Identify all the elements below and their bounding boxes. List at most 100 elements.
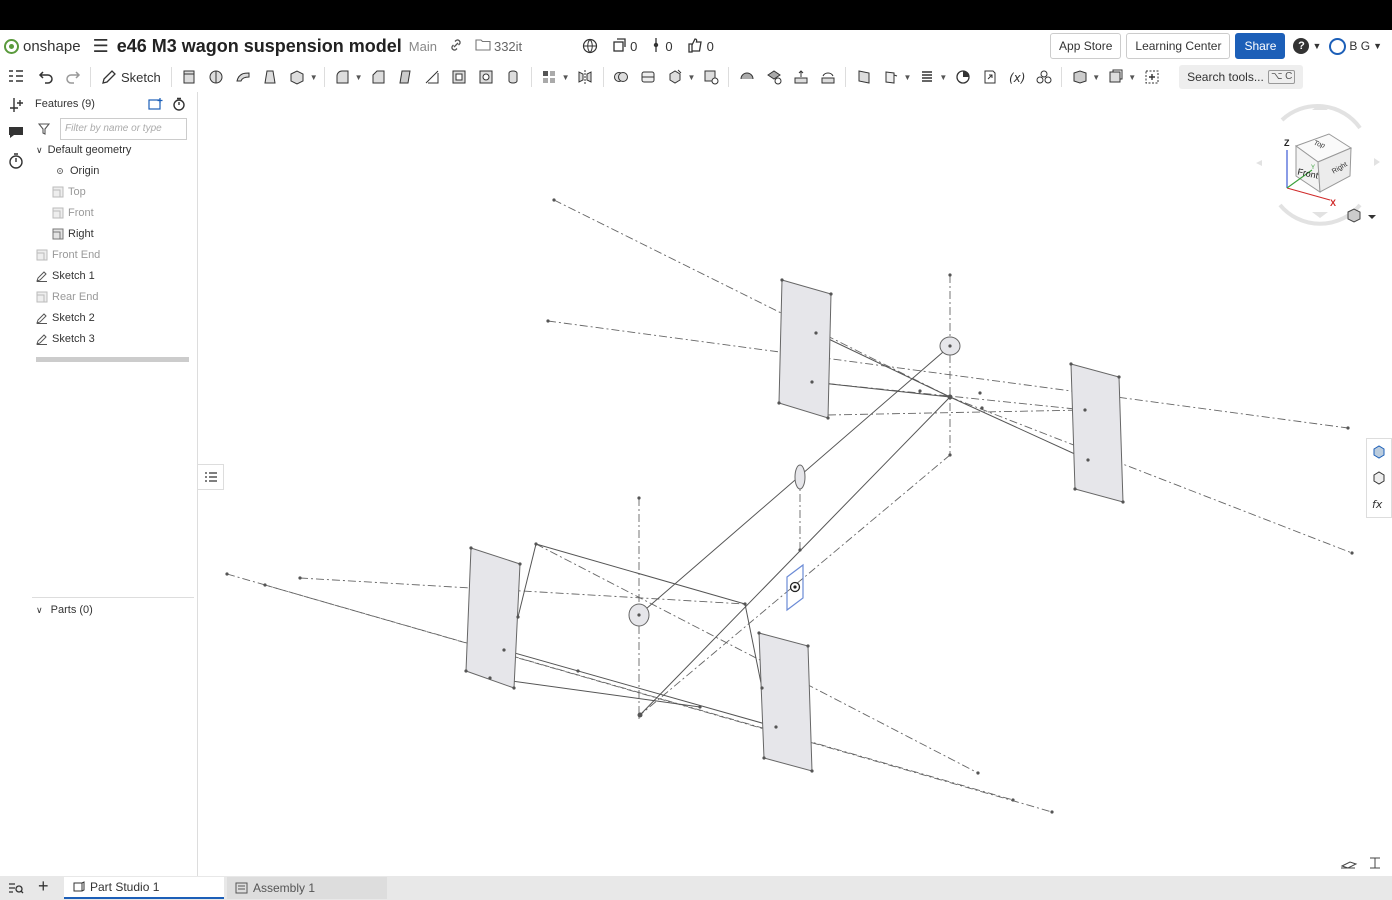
plane-icon[interactable]: [853, 66, 875, 88]
rib-icon[interactable]: [421, 66, 443, 88]
plane-front-left[interactable]: [778, 279, 832, 419]
helix-icon[interactable]: [916, 66, 938, 88]
undo-icon[interactable]: [35, 66, 57, 88]
custom-features-icon[interactable]: [1033, 66, 1055, 88]
sketch-button[interactable]: Sketch: [101, 69, 161, 85]
tab-part-studio-1[interactable]: Part Studio 1: [64, 877, 224, 899]
tree-default-geometry[interactable]: ∨ Default geometry: [36, 144, 131, 156]
onshape-logo[interactable]: onshape: [4, 38, 81, 55]
transform-icon[interactable]: [664, 66, 686, 88]
move-face-icon[interactable]: [790, 66, 812, 88]
shell-icon[interactable]: [448, 66, 470, 88]
rollback-timer-icon[interactable]: [172, 97, 186, 111]
branches-counter[interactable]: 0: [651, 37, 673, 56]
chevron-down-icon[interactable]: ▼: [355, 73, 363, 82]
filter-icon[interactable]: [38, 123, 50, 135]
loft-icon[interactable]: [259, 66, 281, 88]
learning-center-button[interactable]: Learning Center: [1126, 33, 1231, 59]
variable-icon[interactable]: (x): [1006, 66, 1028, 88]
tree-item-rear-end[interactable]: Rear End: [36, 291, 98, 303]
share-button[interactable]: Share: [1235, 33, 1286, 59]
chevron-down-icon[interactable]: ▼: [1092, 73, 1100, 82]
thicken-icon[interactable]: [286, 66, 308, 88]
globe-icon[interactable]: [582, 38, 598, 54]
appearance-icon[interactable]: [1367, 439, 1391, 465]
filter-input[interactable]: Filter by name or type: [60, 118, 187, 140]
configurations-icon[interactable]: [1367, 465, 1391, 491]
chamfer-icon[interactable]: [367, 66, 389, 88]
workspace-label[interactable]: 332it: [494, 39, 522, 54]
plane-rear-right[interactable]: [758, 632, 813, 772]
fillet-icon[interactable]: [331, 66, 353, 88]
extrude-icon[interactable]: [178, 66, 200, 88]
derived-icon[interactable]: [979, 66, 1001, 88]
chevron-down-icon[interactable]: ∨: [36, 605, 43, 615]
replace-face-icon[interactable]: [817, 66, 839, 88]
add-folder-icon[interactable]: [148, 97, 164, 111]
view-cube[interactable]: Z X Y Top Front Right: [1256, 104, 1380, 226]
tree-item-front-plane[interactable]: Front: [52, 207, 94, 219]
menu-icon[interactable]: ☰: [93, 36, 109, 57]
draft-icon[interactable]: [394, 66, 416, 88]
sheet-metal-icon[interactable]: [1069, 66, 1091, 88]
rollback-bar[interactable]: [36, 357, 189, 362]
tree-item-right-plane[interactable]: Right: [52, 228, 94, 240]
boolean-icon[interactable]: [610, 66, 632, 88]
folder-icon[interactable]: [475, 38, 491, 54]
delete-face-icon[interactable]: [763, 66, 785, 88]
comments-icon[interactable]: [7, 123, 25, 141]
revolve-icon[interactable]: [205, 66, 227, 88]
delete-part-icon[interactable]: [700, 66, 722, 88]
add-tab-icon[interactable]: +: [38, 876, 49, 897]
tree-item-top-plane[interactable]: Top: [52, 186, 86, 198]
mirror-icon[interactable]: [574, 66, 596, 88]
frame-icon[interactable]: [1105, 66, 1127, 88]
document-title[interactable]: e46 M3 wagon suspension model: [117, 36, 402, 57]
link-icon[interactable]: [449, 38, 463, 55]
chevron-down-icon[interactable]: ▼: [1128, 73, 1136, 82]
view-options-icon[interactable]: [1347, 208, 1376, 223]
branch-label[interactable]: Main: [409, 39, 437, 54]
plane-rear-left[interactable]: [465, 547, 521, 689]
chevron-down-icon[interactable]: ▼: [562, 73, 570, 82]
modify-fillet-icon[interactable]: [736, 66, 758, 88]
tree-item-sketch-2[interactable]: Sketch 2: [36, 312, 95, 324]
tree-item-origin[interactable]: Origin: [54, 165, 99, 177]
tree-item-front-end[interactable]: Front End: [36, 249, 100, 261]
history-icon[interactable]: [7, 152, 25, 170]
tree-item-sketch-1[interactable]: Sketch 1: [36, 270, 95, 282]
chevron-down-icon[interactable]: ∨: [36, 145, 43, 156]
variables-icon[interactable]: [7, 96, 25, 114]
chevron-down-icon[interactable]: ▼: [688, 73, 696, 82]
redo-icon[interactable]: [62, 66, 84, 88]
split-icon[interactable]: [637, 66, 659, 88]
tab-manager-icon[interactable]: [8, 881, 24, 895]
sweep-icon[interactable]: [232, 66, 254, 88]
user-menu[interactable]: B G ▼: [1329, 37, 1382, 55]
cylinder-icon[interactable]: [502, 66, 524, 88]
chevron-down-icon[interactable]: ▼: [310, 73, 318, 82]
tree-label: Sketch 2: [52, 312, 95, 324]
origin-marker[interactable]: [789, 581, 801, 593]
tree-item-sketch-3[interactable]: Sketch 3: [36, 333, 95, 345]
likes-counter[interactable]: 0: [687, 37, 714, 56]
parts-section[interactable]: ∨ Parts (0): [32, 597, 194, 616]
feature-list-icon[interactable]: [7, 68, 25, 86]
pattern-icon[interactable]: [538, 66, 560, 88]
measure-icon[interactable]: [952, 66, 974, 88]
help-dropdown-icon[interactable]: ▼: [1312, 41, 1321, 51]
graphics-viewport[interactable]: Z X Y Top Front Right: [198, 92, 1392, 876]
mate-connector-icon[interactable]: [880, 66, 902, 88]
bottom-right-icons[interactable]: [1340, 857, 1380, 869]
chevron-down-icon[interactable]: ▼: [903, 73, 911, 82]
versions-counter[interactable]: 0: [612, 37, 637, 55]
add-custom-feature-icon[interactable]: [1141, 66, 1163, 88]
hole-icon[interactable]: [475, 66, 497, 88]
tab-assembly-1[interactable]: Assembly 1: [227, 877, 387, 899]
chevron-down-icon[interactable]: ▼: [939, 73, 947, 82]
help-icon[interactable]: ?: [1293, 38, 1310, 54]
plane-front-right[interactable]: [1070, 363, 1124, 503]
variable-table-icon[interactable]: fx: [1367, 491, 1391, 517]
app-store-button[interactable]: App Store: [1050, 33, 1122, 59]
search-tools-input[interactable]: Search tools... ⌥ C: [1179, 65, 1304, 89]
